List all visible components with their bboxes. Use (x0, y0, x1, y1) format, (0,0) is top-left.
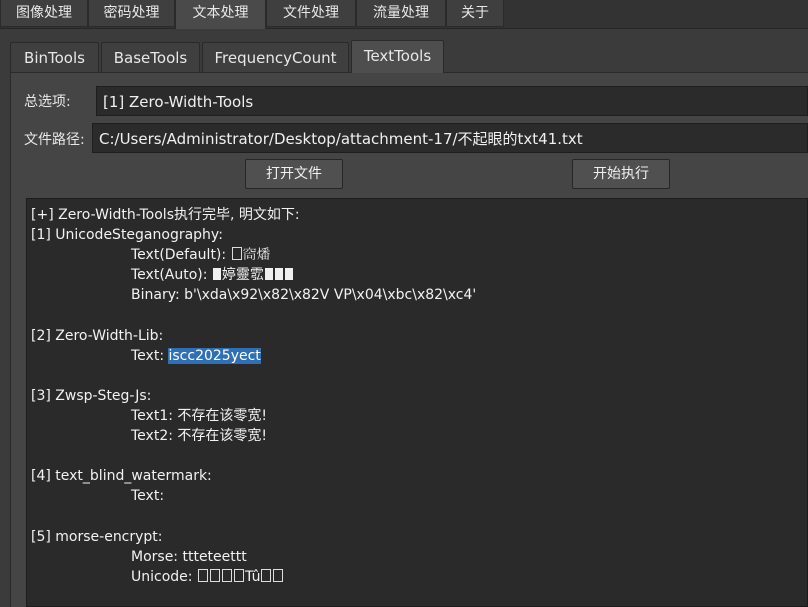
unicode-value: Tû (244, 568, 261, 585)
block-glyph-icon (284, 268, 293, 281)
text-default-label: Text(Default): (131, 247, 231, 264)
output-line: Text(Default): 𥥩燔 (31, 245, 807, 265)
top-tab-about[interactable]: 关于 (446, 0, 504, 27)
text-auto-label: Text(Auto): (131, 267, 212, 284)
tab-bintools[interactable]: BinTools (10, 42, 99, 72)
top-tab-bar: 图像处理 密码处理 文本处理 文件处理 流量处理 关于 (0, 0, 808, 29)
text-auto-value: 婷靈䨎 (221, 267, 264, 284)
option-select[interactable]: [1] Zero-Width-Tools (96, 86, 808, 116)
output-textarea[interactable]: [+] Zero-Width-Tools执行完毕, 明文如下: [1] Unic… (26, 198, 808, 607)
output-line: Text: iscc2025yect (31, 346, 807, 366)
top-tab-image[interactable]: 图像处理 (0, 0, 88, 27)
output-line: [+] Zero-Width-Tools执行完毕, 明文如下: (31, 207, 300, 223)
text-default-value: 𥥩燔 (242, 247, 271, 264)
output-line: Text(Auto): 婷靈䨎 (31, 265, 807, 285)
block-glyph-icon (274, 268, 283, 281)
output-blank-line (31, 305, 807, 325)
missing-glyph-icon (197, 568, 208, 582)
block-glyph-icon (212, 268, 221, 281)
output-blank-line (31, 366, 807, 386)
top-tab-crypto[interactable]: 密码处理 (88, 0, 175, 27)
missing-glyph-icon (273, 568, 284, 582)
output-line: [2] Zero-Width-Lib: (31, 327, 164, 344)
output-line: Text1: 不存在该零宽! (131, 407, 268, 424)
missing-glyph-icon (209, 568, 220, 582)
block-glyph-icon (264, 268, 273, 281)
output-line: [4] text_blind_watermark: (31, 468, 212, 485)
unicode-label: Unicode: (131, 568, 197, 585)
top-tab-traffic[interactable]: 流量处理 (356, 0, 446, 27)
output-line: Text: (131, 488, 165, 505)
output-line: Text2: 不存在该零宽! (131, 428, 268, 445)
tab-basetools[interactable]: BaseTools (101, 42, 200, 72)
output-line: Morse: ttteteettt (131, 548, 247, 565)
missing-glyph-icon (233, 568, 244, 582)
path-label: 文件路径: (24, 132, 85, 148)
top-tab-file[interactable]: 文件处理 (266, 0, 356, 27)
output-line: [5] morse-encrypt: (31, 528, 163, 545)
missing-glyph-icon (231, 247, 242, 261)
output-line: Unicode: Tû (31, 567, 807, 587)
missing-glyph-icon (261, 568, 272, 582)
output-line: [1] UnicodeSteganography: (31, 227, 223, 244)
tab-frequencycount[interactable]: FrequencyCount (202, 42, 349, 72)
output-blank-line (31, 446, 807, 466)
output-line: [3] Zwsp-Steg-Js: (31, 387, 152, 404)
top-tab-text[interactable]: 文本处理 (175, 0, 266, 29)
run-button[interactable]: 开始执行 (572, 159, 670, 189)
option-label: 总选项: (24, 94, 71, 110)
output-line: Binary: b'\xda\x92\x82\x82V VP\x04\xbc\x… (131, 287, 477, 304)
zero-width-lib-text-label: Text: (131, 347, 169, 364)
missing-glyph-icon (221, 568, 232, 582)
selected-flag-text[interactable]: iscc2025yect (168, 347, 261, 364)
file-path-input[interactable]: C:/Users/Administrator/Desktop/attachmen… (92, 123, 808, 153)
tab-texttools[interactable]: TextTools (351, 40, 444, 73)
open-file-button[interactable]: 打开文件 (245, 159, 343, 189)
output-blank-line (31, 506, 807, 526)
